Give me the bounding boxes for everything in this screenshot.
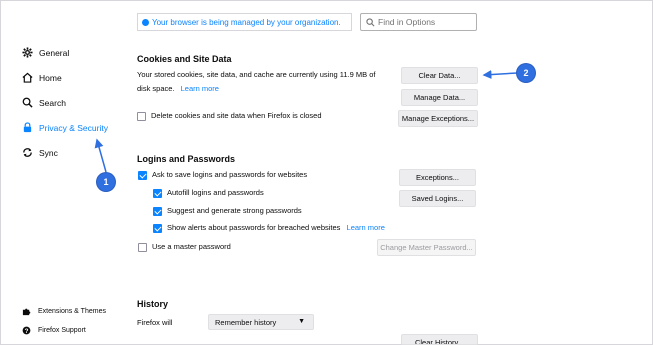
sidebar-item-label: General xyxy=(39,47,70,58)
clear-history-button[interactable]: Clear History... xyxy=(401,334,478,345)
sidebar-item-label: Privacy & Security xyxy=(39,122,108,133)
ask-save-logins-checkbox[interactable] xyxy=(138,171,147,180)
autofill-checkbox[interactable] xyxy=(153,189,162,198)
cookies-usage-text-2: disk space. xyxy=(137,84,175,93)
history-section-title: History xyxy=(137,299,169,309)
saved-logins-button[interactable]: Saved Logins... xyxy=(399,190,476,207)
sidebar-item-label: Home xyxy=(39,72,62,83)
search-icon xyxy=(366,17,375,26)
window-frame xyxy=(0,0,653,345)
sidebar-item-search[interactable]: Search xyxy=(22,97,66,108)
manage-exceptions-button[interactable]: Manage Exceptions... xyxy=(398,110,478,127)
master-password-label: Use a master password xyxy=(152,242,231,251)
ask-save-logins-label: Ask to save logins and passwords for web… xyxy=(152,170,308,179)
breach-alerts-line: Show alerts about passwords for breached… xyxy=(167,222,385,234)
suggest-passwords-checkbox[interactable] xyxy=(153,207,162,216)
breach-alerts-checkbox[interactable] xyxy=(153,224,162,233)
annotation-badge-2: 2 xyxy=(517,64,535,82)
delete-cookies-label: Delete cookies and site data when Firefo… xyxy=(151,111,322,120)
sidebar-extensions-themes[interactable]: Extensions & Themes xyxy=(22,307,106,316)
cookies-usage-text: Your stored cookies, site data, and cach… xyxy=(137,70,376,79)
breach-learn-more-link[interactable]: Learn more xyxy=(347,223,385,232)
gear-icon xyxy=(22,47,33,58)
delete-cookies-checkbox[interactable] xyxy=(137,112,146,121)
history-mode-value: Remember history xyxy=(215,317,277,327)
autofill-label: Autofill logins and passwords xyxy=(167,188,264,197)
info-icon xyxy=(142,18,149,26)
options-search[interactable] xyxy=(360,13,477,31)
sidebar-item-home[interactable]: Home xyxy=(22,72,62,83)
managed-notice-text: Your browser is being managed by your or… xyxy=(152,17,341,27)
login-exceptions-button[interactable]: Exceptions... xyxy=(399,169,476,186)
cookies-learn-more-link[interactable]: Learn more xyxy=(181,84,219,93)
sidebar-item-sync[interactable]: Sync xyxy=(22,147,58,158)
manage-data-button[interactable]: Manage Data... xyxy=(401,89,478,106)
breach-alerts-label: Show alerts about passwords for breached… xyxy=(167,223,341,232)
annotation-badge-1: 1 xyxy=(97,173,115,191)
managed-notice[interactable]: Your browser is being managed by your or… xyxy=(137,13,352,31)
sidebar-item-label: Search xyxy=(39,97,66,108)
sidebar-firefox-support[interactable]: ? Firefox Support xyxy=(22,326,86,335)
logins-section-title: Logins and Passwords xyxy=(137,154,236,164)
sidebar-footer-label: Extensions & Themes xyxy=(38,308,106,315)
change-master-password-button[interactable]: Change Master Password... xyxy=(377,239,476,256)
sidebar-item-privacy-security[interactable]: Privacy & Security xyxy=(22,122,108,133)
search-icon xyxy=(22,97,33,108)
master-password-checkbox[interactable] xyxy=(138,243,147,252)
sidebar-footer-label: Firefox Support xyxy=(38,327,86,334)
lock-icon xyxy=(22,122,33,133)
cookies-section-title: Cookies and Site Data xyxy=(137,54,232,64)
help-icon: ? xyxy=(22,326,31,335)
sidebar-item-general[interactable]: General xyxy=(22,47,69,58)
suggest-passwords-label: Suggest and generate strong passwords xyxy=(167,206,302,215)
home-icon xyxy=(22,72,33,83)
clear-data-button[interactable]: Clear Data... xyxy=(401,67,478,84)
chevron-down-icon: ▼ xyxy=(298,318,305,325)
firefox-will-label: Firefox will xyxy=(137,318,173,327)
sync-icon xyxy=(22,147,33,158)
svg-text:?: ? xyxy=(25,328,29,335)
search-input[interactable] xyxy=(378,17,470,27)
sidebar-item-label: Sync xyxy=(39,147,58,158)
cookies-usage-line2: disk space. Learn more xyxy=(137,83,219,95)
history-mode-select[interactable]: Remember history ▼ xyxy=(208,314,314,330)
puzzle-icon xyxy=(22,307,31,316)
